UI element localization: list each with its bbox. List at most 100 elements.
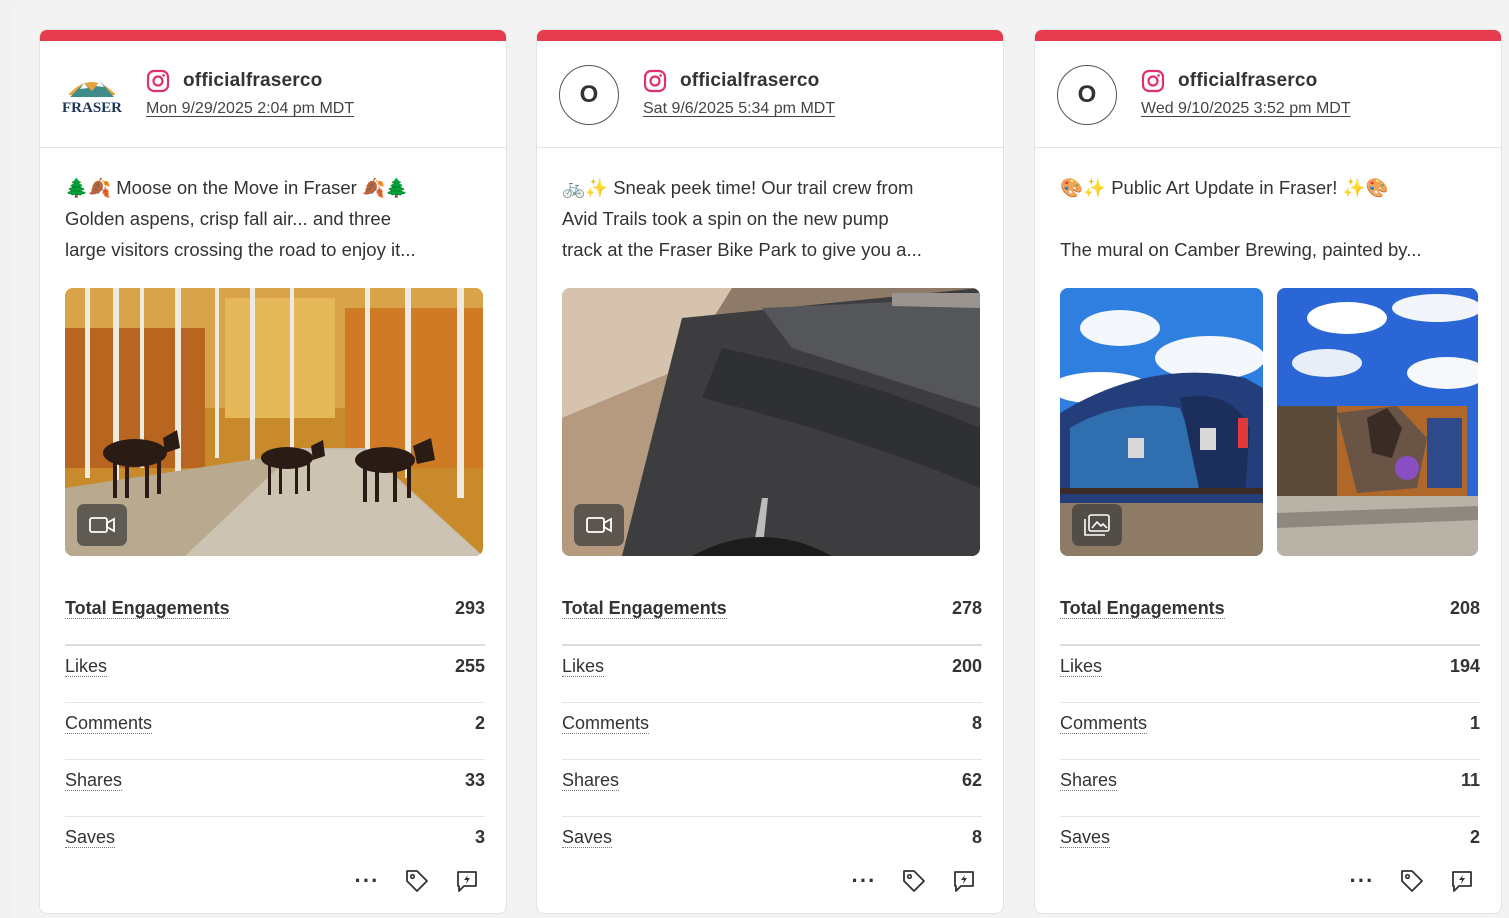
- metric-value: 11: [1460, 770, 1480, 790]
- metric-row-likes: Likes 255: [65, 646, 485, 703]
- metric-row-total: Total Engagements 293: [65, 588, 485, 646]
- metric-label[interactable]: Likes: [562, 656, 605, 677]
- post-caption: 🎨✨ Public Art Update in Fraser! ✨🎨 The m…: [1060, 172, 1480, 265]
- avatar[interactable]: FRASER: [62, 65, 122, 125]
- post-card[interactable]: O officialfraserco Sat 9/6/2025 5:34 pm …: [536, 29, 1004, 914]
- metric-value: 200: [951, 656, 982, 676]
- post-header: O officialfraserco Wed 9/10/2025 3:52 pm…: [1035, 41, 1501, 148]
- gallery-icon: [1084, 514, 1110, 536]
- account-handle[interactable]: officialfraserco: [1178, 70, 1317, 92]
- tag-icon: [1401, 870, 1423, 892]
- post-media-secondary[interactable]: [1277, 288, 1478, 556]
- post-media[interactable]: [562, 288, 980, 556]
- caption-line: The mural on Camber Brewing, painted by.…: [1060, 239, 1422, 260]
- account-handle[interactable]: officialfraserco: [680, 70, 819, 92]
- card-accent-bar: [537, 30, 1003, 41]
- metric-label[interactable]: Comments: [1060, 713, 1148, 734]
- post-date-link[interactable]: Sat 9/6/2025 5:34 pm MDT: [643, 100, 835, 118]
- more-options-icon[interactable]: ···: [850, 867, 878, 895]
- metric-label[interactable]: Saves: [1060, 827, 1111, 848]
- avatar[interactable]: O: [1057, 65, 1117, 125]
- metric-row-likes: Likes 200: [562, 646, 982, 703]
- metric-label[interactable]: Total Engagements: [562, 598, 727, 619]
- metric-value: 194: [1449, 656, 1480, 676]
- metric-value: 8: [971, 827, 982, 847]
- metric-row-total: Total Engagements 278: [562, 588, 982, 646]
- caption-line: 🎨✨ Public Art Update in Fraser! ✨🎨: [1060, 177, 1389, 198]
- metric-label[interactable]: Saves: [65, 827, 116, 848]
- caption-line: large visitors crossing the road to enjo…: [65, 239, 416, 260]
- account-handle[interactable]: officialfraserco: [183, 70, 322, 92]
- metric-value: 208: [1449, 598, 1480, 618]
- more-options-icon[interactable]: ···: [353, 867, 381, 895]
- posts-board: FRASER officialfraserco Mon 9/29/2025 2:…: [12, 6, 1509, 918]
- post-media[interactable]: [65, 288, 483, 556]
- quick-reply-icon: [457, 871, 477, 892]
- post-header: O officialfraserco Sat 9/6/2025 5:34 pm …: [537, 41, 1003, 148]
- card-actions: ···: [1348, 867, 1476, 895]
- metric-label[interactable]: Likes: [65, 656, 108, 677]
- metric-row-saves: Saves 3: [65, 817, 485, 873]
- caption-line: [1060, 203, 1480, 234]
- metric-value: 1: [1469, 713, 1480, 733]
- metric-label[interactable]: Shares: [562, 770, 620, 791]
- metric-label[interactable]: Shares: [1060, 770, 1118, 791]
- post-header: FRASER officialfraserco Mon 9/29/2025 2:…: [40, 41, 506, 148]
- reply-button[interactable]: [453, 867, 481, 895]
- caption-line: track at the Fraser Bike Park to give yo…: [562, 239, 922, 260]
- tag-icon: [903, 870, 925, 892]
- media-type-badge: [77, 504, 127, 546]
- metric-label[interactable]: Comments: [65, 713, 153, 734]
- metric-value: 3: [474, 827, 485, 847]
- post-caption: 🚲✨ Sneak peek time! Our trail crew from …: [562, 172, 982, 265]
- metric-label[interactable]: Saves: [562, 827, 613, 848]
- instagram-icon: [146, 69, 170, 93]
- metric-row-comments: Comments 1: [1060, 703, 1480, 760]
- reply-button[interactable]: [1448, 867, 1476, 895]
- post-card[interactable]: FRASER officialfraserco Mon 9/29/2025 2:…: [39, 29, 507, 914]
- metric-label[interactable]: Total Engagements: [1060, 598, 1225, 619]
- card-accent-bar: [1035, 30, 1501, 41]
- metric-value: 2: [1469, 827, 1480, 847]
- post-date-link[interactable]: Wed 9/10/2025 3:52 pm MDT: [1141, 100, 1351, 118]
- caption-line: 🚲✨ Sneak peek time! Our trail crew from: [562, 177, 914, 198]
- metric-label[interactable]: Shares: [65, 770, 123, 791]
- engagement-metrics: Total Engagements 278 Likes 200 Comments…: [562, 588, 982, 873]
- metric-value: 8: [971, 713, 982, 733]
- card-actions: ···: [353, 867, 481, 895]
- reply-button[interactable]: [950, 867, 978, 895]
- fraser-logo-icon: FRASER: [62, 81, 122, 116]
- caption-line: 🌲🍂 Moose on the Move in Fraser 🍂🌲: [65, 177, 409, 198]
- metric-value: 255: [454, 656, 485, 676]
- metric-row-shares: Shares 11: [1060, 760, 1480, 817]
- tag-button[interactable]: [900, 867, 928, 895]
- tag-button[interactable]: [1398, 867, 1426, 895]
- metric-row-shares: Shares 33: [65, 760, 485, 817]
- quick-reply-icon: [954, 871, 974, 892]
- metric-row-shares: Shares 62: [562, 760, 982, 817]
- tag-icon: [406, 870, 428, 892]
- metric-row-comments: Comments 2: [65, 703, 485, 760]
- caption-line: Golden aspens, crisp fall air... and thr…: [65, 208, 391, 229]
- post-date-link[interactable]: Mon 9/29/2025 2:04 pm MDT: [146, 100, 354, 118]
- more-options-icon[interactable]: ···: [1348, 867, 1376, 895]
- metric-row-total: Total Engagements 208: [1060, 588, 1480, 646]
- post-media[interactable]: [1060, 288, 1263, 556]
- avatar[interactable]: O: [559, 65, 619, 125]
- caption-line: Avid Trails took a spin on the new pump: [562, 208, 889, 229]
- tag-button[interactable]: [403, 867, 431, 895]
- pump-track-photo: [562, 288, 980, 556]
- metric-value: 62: [961, 770, 982, 790]
- engagement-metrics: Total Engagements 208 Likes 194 Comments…: [1060, 588, 1480, 873]
- metric-label[interactable]: Comments: [562, 713, 650, 734]
- metric-row-comments: Comments 8: [562, 703, 982, 760]
- metric-value: 33: [464, 770, 485, 790]
- moose-photo: [65, 288, 483, 556]
- metric-label[interactable]: Likes: [1060, 656, 1103, 677]
- post-card[interactable]: O officialfraserco Wed 9/10/2025 3:52 pm…: [1034, 29, 1502, 914]
- metric-label[interactable]: Total Engagements: [65, 598, 230, 619]
- quick-reply-icon: [1452, 871, 1472, 892]
- metric-row-saves: Saves 8: [562, 817, 982, 873]
- metric-row-likes: Likes 194: [1060, 646, 1480, 703]
- instagram-icon: [1141, 69, 1165, 93]
